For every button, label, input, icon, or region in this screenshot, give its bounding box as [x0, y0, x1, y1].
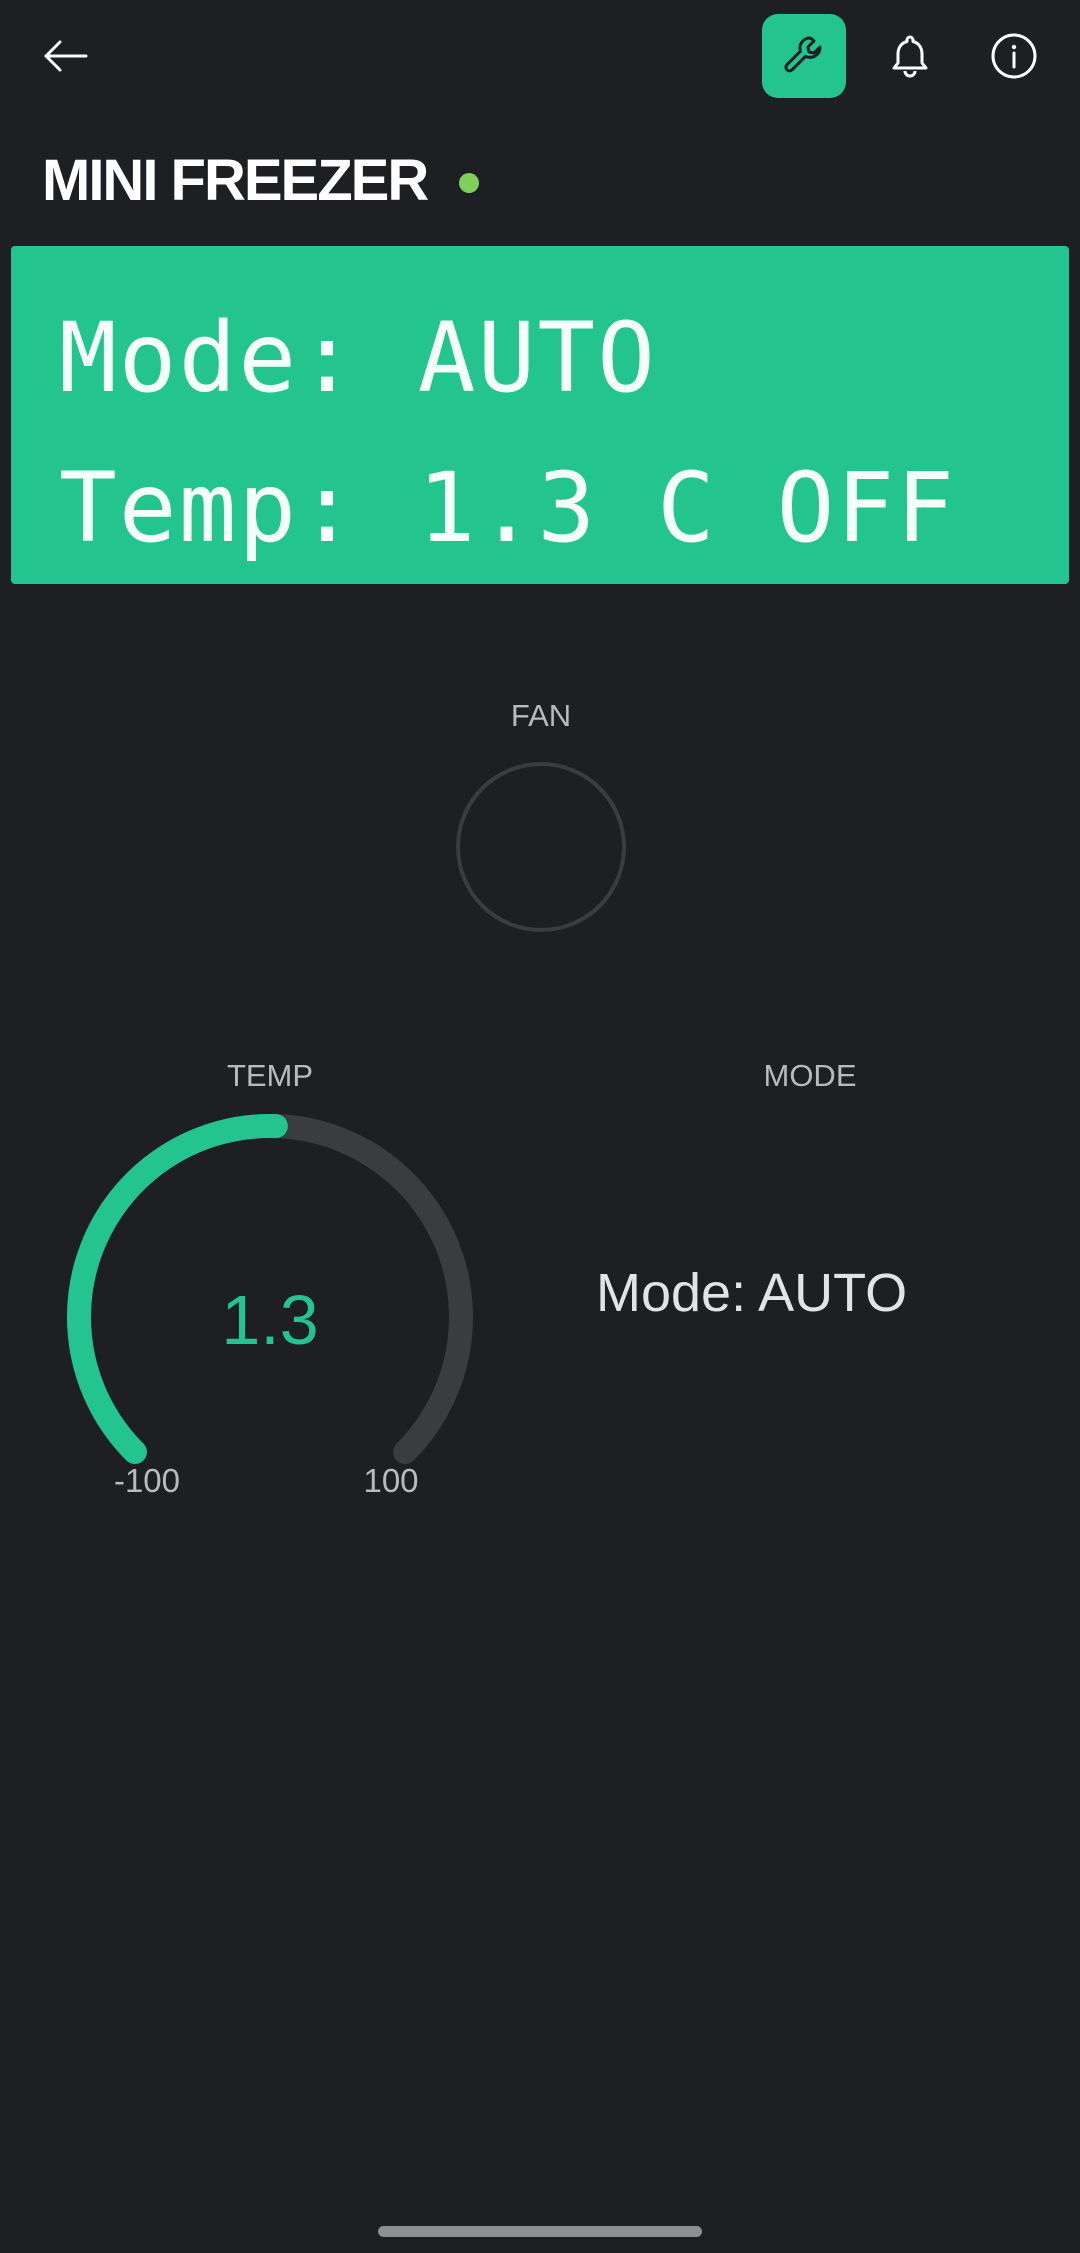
arrow-left-icon: [44, 40, 88, 72]
online-status-dot: [459, 173, 480, 193]
mode-label: MODE: [763, 1058, 857, 1093]
info-button[interactable]: [972, 14, 1056, 98]
page-title: MINI FREEZER: [42, 147, 429, 213]
lcd-line-2: Temp: 1.3 C OFF: [59, 452, 956, 564]
lcd-line-1: Mode: AUTO: [59, 302, 657, 414]
wrench-icon: [784, 36, 822, 73]
home-indicator[interactable]: [378, 2226, 702, 2237]
mode-value: Mode: AUTO: [596, 1263, 908, 1323]
lcd-display[interactable]: Mode: AUTO Temp: 1.3 C OFF: [11, 246, 1069, 584]
fan-led-indicator[interactable]: [456, 762, 626, 932]
gauge-max-label: 100: [363, 1462, 419, 1499]
title-row: MINI FREEZER: [42, 140, 480, 220]
gauge-min-label: -100: [113, 1462, 181, 1499]
bell-icon: [892, 35, 928, 78]
settings-button[interactable]: [762, 14, 846, 98]
top-bar: [0, 0, 1080, 115]
fan-label: FAN: [510, 698, 572, 733]
info-icon: [991, 33, 1037, 79]
notifications-button[interactable]: [868, 14, 952, 98]
gauge-value: 1.3: [221, 1281, 319, 1359]
back-button[interactable]: [24, 14, 108, 98]
